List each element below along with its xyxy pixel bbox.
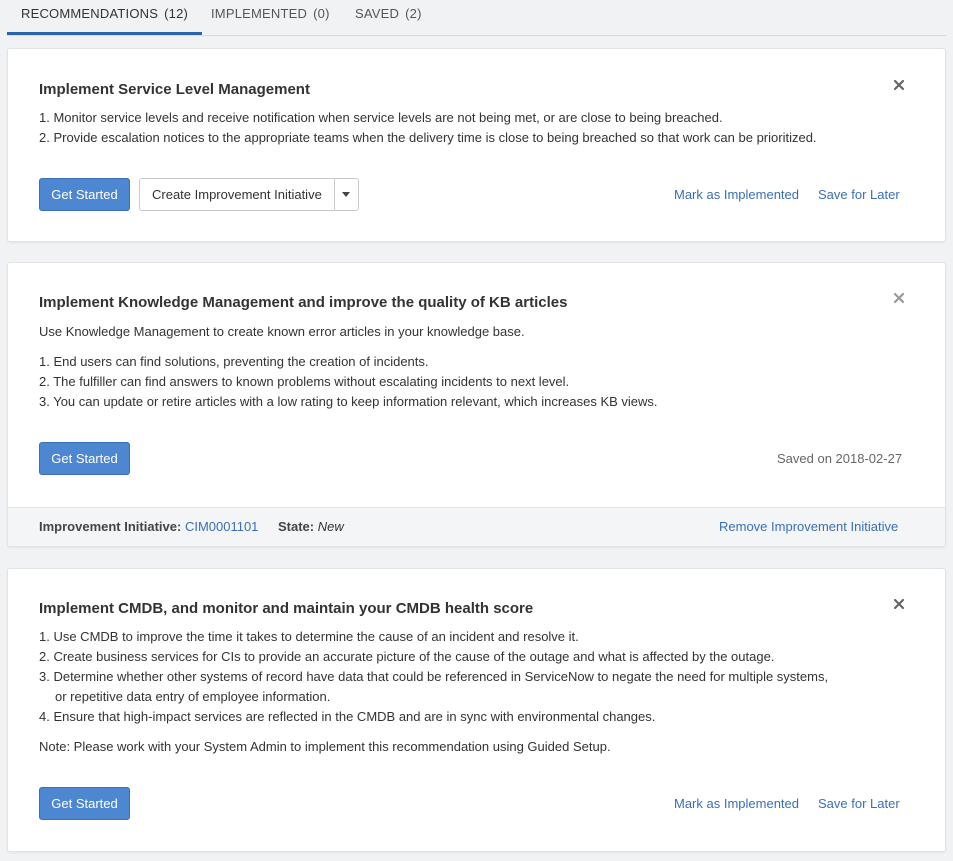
mark-as-implemented-link[interactable]: Mark as Implemented	[674, 796, 799, 811]
card-line: or repetitive data entry of employee inf…	[55, 689, 331, 704]
save-for-later-link[interactable]: Save for Later	[818, 187, 900, 202]
initiative-number-link[interactable]: CIM0001101	[185, 519, 258, 534]
tab-count: (12)	[164, 6, 189, 21]
get-started-button[interactable]: Get Started	[39, 178, 130, 211]
create-improvement-initiative-button[interactable]: Create Improvement Initiative	[140, 179, 335, 210]
tab-count: (0)	[313, 6, 330, 21]
tab-label: RECOMMENDATIONS	[21, 6, 159, 21]
card-line: 3. Determine whether other systems of re…	[39, 669, 829, 684]
card-title: Implement Service Level Management	[39, 81, 310, 98]
card-line: 1. Use CMDB to improve the time it takes…	[39, 629, 579, 644]
state-info: State: New	[278, 519, 344, 534]
card-intro: Use Knowledge Management to create known…	[39, 324, 525, 339]
card-footer: Improvement Initiative: CIM0001101 State…	[8, 507, 945, 546]
card-title: Implement Knowledge Management and impro…	[39, 294, 568, 311]
mark-as-implemented-link[interactable]: Mark as Implemented	[674, 187, 799, 202]
recommendation-card: Implement Knowledge Management and impro…	[7, 262, 946, 547]
tab-label: SAVED	[355, 6, 400, 21]
get-started-button[interactable]: Get Started	[39, 787, 130, 820]
save-for-later-link[interactable]: Save for Later	[818, 796, 900, 811]
card-line: 2. The fulfiller can find answers to kno…	[39, 374, 570, 389]
tab-count: (2)	[405, 6, 422, 21]
saved-on-text: Saved on 2018-02-27	[777, 451, 903, 466]
state-label: State:	[278, 519, 315, 534]
card-line: 1. End users can find solutions, prevent…	[39, 354, 429, 369]
tab-recommendations[interactable]: RECOMMENDATIONS (12)	[7, 0, 203, 35]
card-note: Note: Please work with your System Admin…	[39, 739, 611, 754]
card-line: 1. Monitor service levels and receive no…	[39, 110, 723, 125]
close-icon[interactable]	[893, 598, 905, 610]
close-icon[interactable]	[893, 79, 905, 91]
remove-improvement-initiative-link[interactable]: Remove Improvement Initiative	[719, 519, 898, 534]
get-started-button[interactable]: Get Started	[39, 442, 130, 475]
initiative-label: Improvement Initiative:	[39, 519, 182, 534]
tab-implemented[interactable]: IMPLEMENTED (0)	[197, 0, 344, 33]
create-initiative-split-button: Create Improvement Initiative	[139, 178, 359, 211]
tab-bar: RECOMMENDATIONS (12) IMPLEMENTED (0) SAVED…	[7, 0, 946, 36]
improvement-initiative-info: Improvement Initiative: CIM0001101	[39, 519, 258, 534]
tab-saved[interactable]: SAVED (2)	[341, 0, 436, 33]
card-line: 2. Create business services for CIs to p…	[39, 649, 775, 664]
card-title: Implement CMDB, and monitor and maintain…	[39, 600, 534, 617]
close-icon[interactable]	[893, 292, 905, 304]
card-line: 2. Provide escalation notices to the app…	[39, 130, 817, 145]
state-value: New	[317, 519, 344, 534]
recommendation-card: Implement CMDB, and monitor and maintain…	[7, 568, 946, 852]
card-line: 4. Ensure that high-impact services are …	[39, 709, 656, 724]
tab-label: IMPLEMENTED	[211, 6, 308, 21]
caret-down-icon[interactable]	[335, 179, 358, 210]
recommendation-card: Implement Service Level Management 1. Mo…	[7, 48, 946, 242]
card-line: 3. You can update or retire articles wit…	[39, 394, 658, 409]
